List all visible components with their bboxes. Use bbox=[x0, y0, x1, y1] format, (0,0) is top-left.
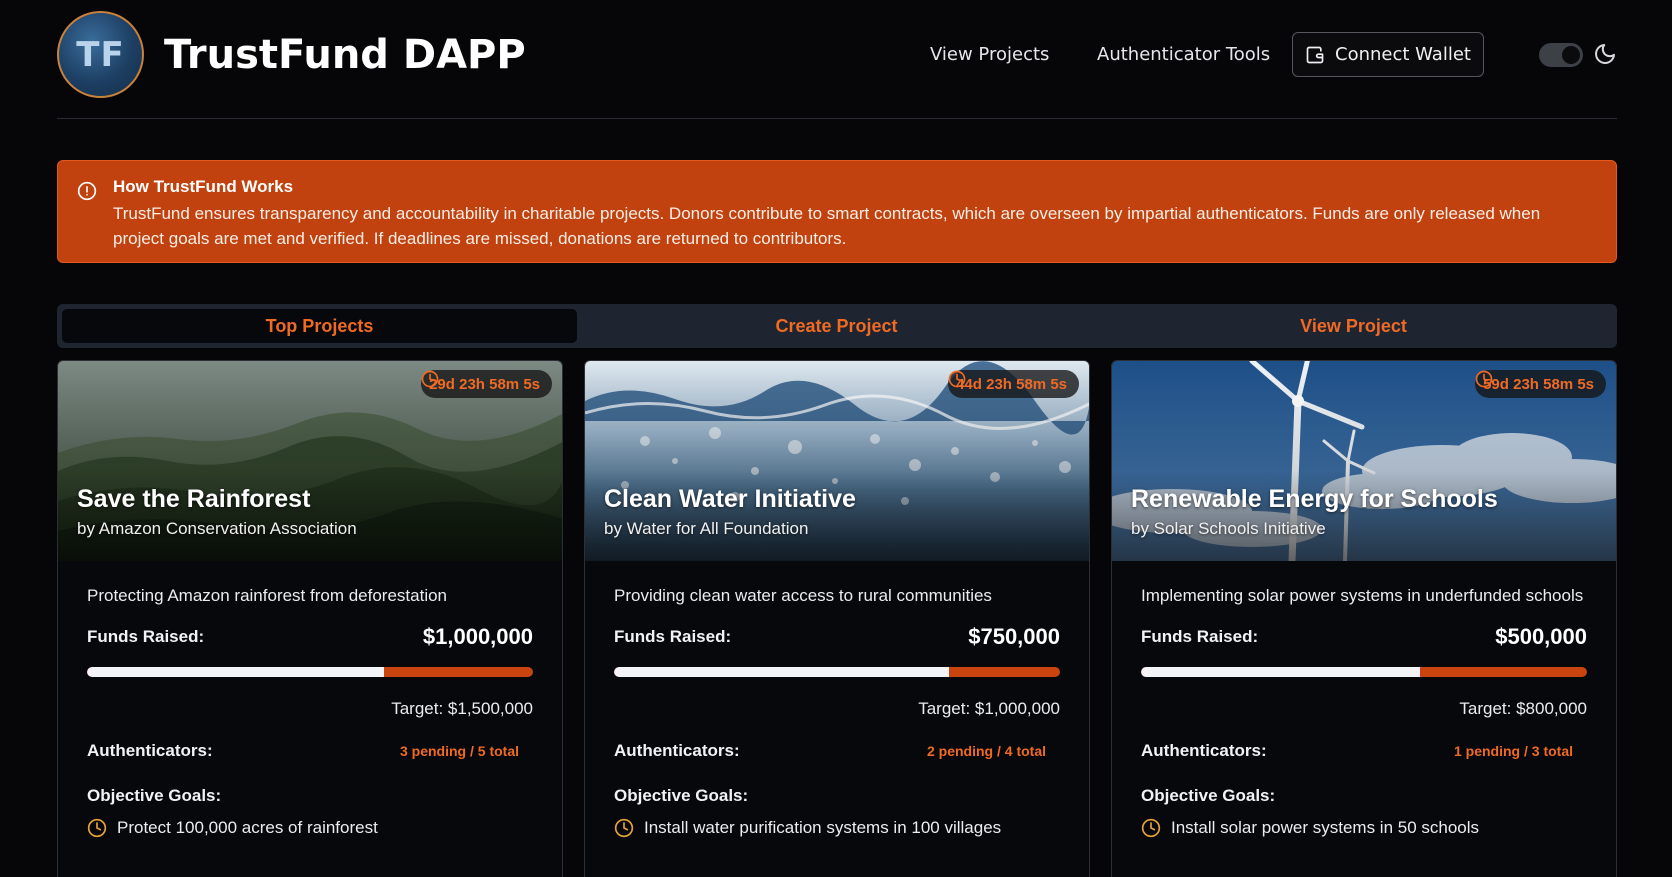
card-body: Providing clean water access to rural co… bbox=[614, 583, 1060, 838]
wallet-icon bbox=[1306, 46, 1324, 63]
project-organization: by Amazon Conservation Association bbox=[77, 519, 357, 538]
funds-row: Funds Raised: $1,000,000 bbox=[87, 624, 533, 650]
clock-icon bbox=[421, 370, 439, 388]
tab-create-project[interactable]: Create Project bbox=[579, 309, 1094, 343]
logo[interactable]: TF bbox=[57, 11, 144, 98]
funds-row: Funds Raised: $750,000 bbox=[614, 624, 1060, 650]
clock-icon bbox=[1141, 818, 1161, 838]
project-image-water: 44d 23h 58m 5s Clean Water Initiative by… bbox=[585, 361, 1089, 561]
project-tabs: Top Projects Create Project View Project bbox=[57, 304, 1617, 348]
authenticators-row: Authenticators: 2 pending / 4 total bbox=[614, 741, 1060, 761]
project-organization: by Solar Schools Initiative bbox=[1131, 519, 1326, 538]
clock-icon bbox=[1475, 370, 1493, 388]
alert-title: How TrustFund Works bbox=[113, 177, 294, 196]
progress-fill bbox=[614, 667, 949, 677]
authenticators-label: Authenticators: bbox=[87, 741, 213, 760]
top-header: TF TrustFund DAPP View Projects Authenti… bbox=[57, 0, 1617, 119]
brand-title[interactable]: TrustFund DAPP bbox=[164, 32, 526, 78]
authenticators-label: Authenticators: bbox=[1141, 741, 1267, 760]
authenticators-status: 1 pending / 3 total bbox=[1453, 743, 1573, 759]
card-body: Protecting Amazon rainforest from defore… bbox=[87, 583, 533, 838]
project-description: Providing clean water access to rural co… bbox=[614, 586, 992, 605]
goal-text: Protect 100,000 acres of rainforest bbox=[117, 818, 378, 837]
goal-text: Install solar power systems in 50 school… bbox=[1171, 818, 1480, 837]
project-title: Renewable Energy for Schools bbox=[1131, 485, 1498, 513]
goals-title: Objective Goals: bbox=[1141, 786, 1276, 805]
project-card[interactable]: 59d 23h 58m 5s Renewable Energy for Scho… bbox=[1111, 360, 1617, 877]
countdown-timer: 29d 23h 58m 5s bbox=[421, 370, 552, 398]
countdown-timer: 59d 23h 58m 5s bbox=[1475, 370, 1606, 398]
authenticators-row: Authenticators: 1 pending / 3 total bbox=[1141, 741, 1587, 761]
funding-target: Target: $1,000,000 bbox=[918, 699, 1060, 718]
clock-icon bbox=[614, 818, 634, 838]
moon-icon[interactable] bbox=[1593, 42, 1617, 66]
authenticators-row: Authenticators: 3 pending / 5 total bbox=[87, 741, 533, 761]
goals-title: Objective Goals: bbox=[614, 786, 749, 805]
project-image-rainforest: 29d 23h 58m 5s Save the Rainforest by Am… bbox=[58, 361, 562, 561]
nav-view-projects[interactable]: View Projects bbox=[930, 44, 1049, 65]
authenticators-label: Authenticators: bbox=[614, 741, 740, 760]
progress-fill bbox=[1141, 667, 1420, 677]
project-title: Clean Water Initiative bbox=[604, 485, 856, 513]
toggle-knob bbox=[1562, 46, 1580, 64]
dark-mode-toggle[interactable] bbox=[1539, 43, 1583, 67]
card-body: Implementing solar power systems in unde… bbox=[1141, 583, 1587, 838]
project-organization: by Water for All Foundation bbox=[604, 519, 809, 538]
tab-view-project[interactable]: View Project bbox=[1096, 309, 1611, 343]
connect-wallet-button[interactable]: Connect Wallet bbox=[1292, 32, 1484, 77]
clock-icon bbox=[948, 370, 966, 388]
project-description: Implementing solar power systems in unde… bbox=[1141, 586, 1584, 605]
funds-row: Funds Raised: $500,000 bbox=[1141, 624, 1587, 650]
project-card[interactable]: 29d 23h 58m 5s Save the Rainforest by Am… bbox=[57, 360, 563, 877]
goal-item: Install solar power systems in 50 school… bbox=[1141, 818, 1587, 838]
funds-label: Funds Raised: bbox=[87, 627, 205, 646]
funds-value: $500,000 bbox=[1495, 624, 1587, 649]
timer-text: 59d 23h 58m 5s bbox=[1483, 375, 1594, 393]
countdown-timer: 44d 23h 58m 5s bbox=[948, 370, 1079, 398]
authenticators-status: 3 pending / 5 total bbox=[399, 743, 519, 759]
tab-top-projects[interactable]: Top Projects bbox=[62, 309, 577, 343]
info-circle-icon bbox=[77, 181, 97, 201]
funding-target: Target: $800,000 bbox=[1459, 699, 1587, 718]
goals-title: Objective Goals: bbox=[87, 786, 222, 805]
timer-text: 29d 23h 58m 5s bbox=[429, 375, 540, 393]
funding-progress-bar bbox=[1141, 667, 1587, 677]
authenticators-status: 2 pending / 4 total bbox=[926, 743, 1046, 759]
alert-description: TrustFund ensures transparency and accou… bbox=[113, 204, 1541, 248]
goal-text: Install water purification systems in 10… bbox=[644, 818, 1002, 837]
project-image-wind-turbines: 59d 23h 58m 5s Renewable Energy for Scho… bbox=[1112, 361, 1616, 561]
connect-wallet-label: Connect Wallet bbox=[1335, 44, 1471, 65]
funding-target: Target: $1,500,000 bbox=[391, 699, 533, 718]
project-description: Protecting Amazon rainforest from defore… bbox=[87, 586, 448, 605]
how-it-works-alert: How TrustFund Works TrustFund ensures tr… bbox=[57, 160, 1617, 263]
project-card[interactable]: 44d 23h 58m 5s Clean Water Initiative by… bbox=[584, 360, 1090, 877]
project-title: Save the Rainforest bbox=[77, 485, 311, 513]
funds-value: $750,000 bbox=[968, 624, 1060, 649]
clock-icon bbox=[87, 818, 107, 838]
nav-authenticator-tools[interactable]: Authenticator Tools bbox=[1097, 44, 1270, 65]
goal-item: Install water purification systems in 10… bbox=[614, 818, 1060, 838]
funds-label: Funds Raised: bbox=[1141, 627, 1259, 646]
timer-text: 44d 23h 58m 5s bbox=[956, 375, 1067, 393]
progress-fill bbox=[87, 667, 385, 677]
funds-value: $1,000,000 bbox=[422, 624, 533, 649]
funding-progress-bar bbox=[614, 667, 1060, 677]
funds-label: Funds Raised: bbox=[614, 627, 732, 646]
funding-progress-bar bbox=[87, 667, 533, 677]
goal-item: Protect 100,000 acres of rainforest bbox=[87, 818, 533, 838]
